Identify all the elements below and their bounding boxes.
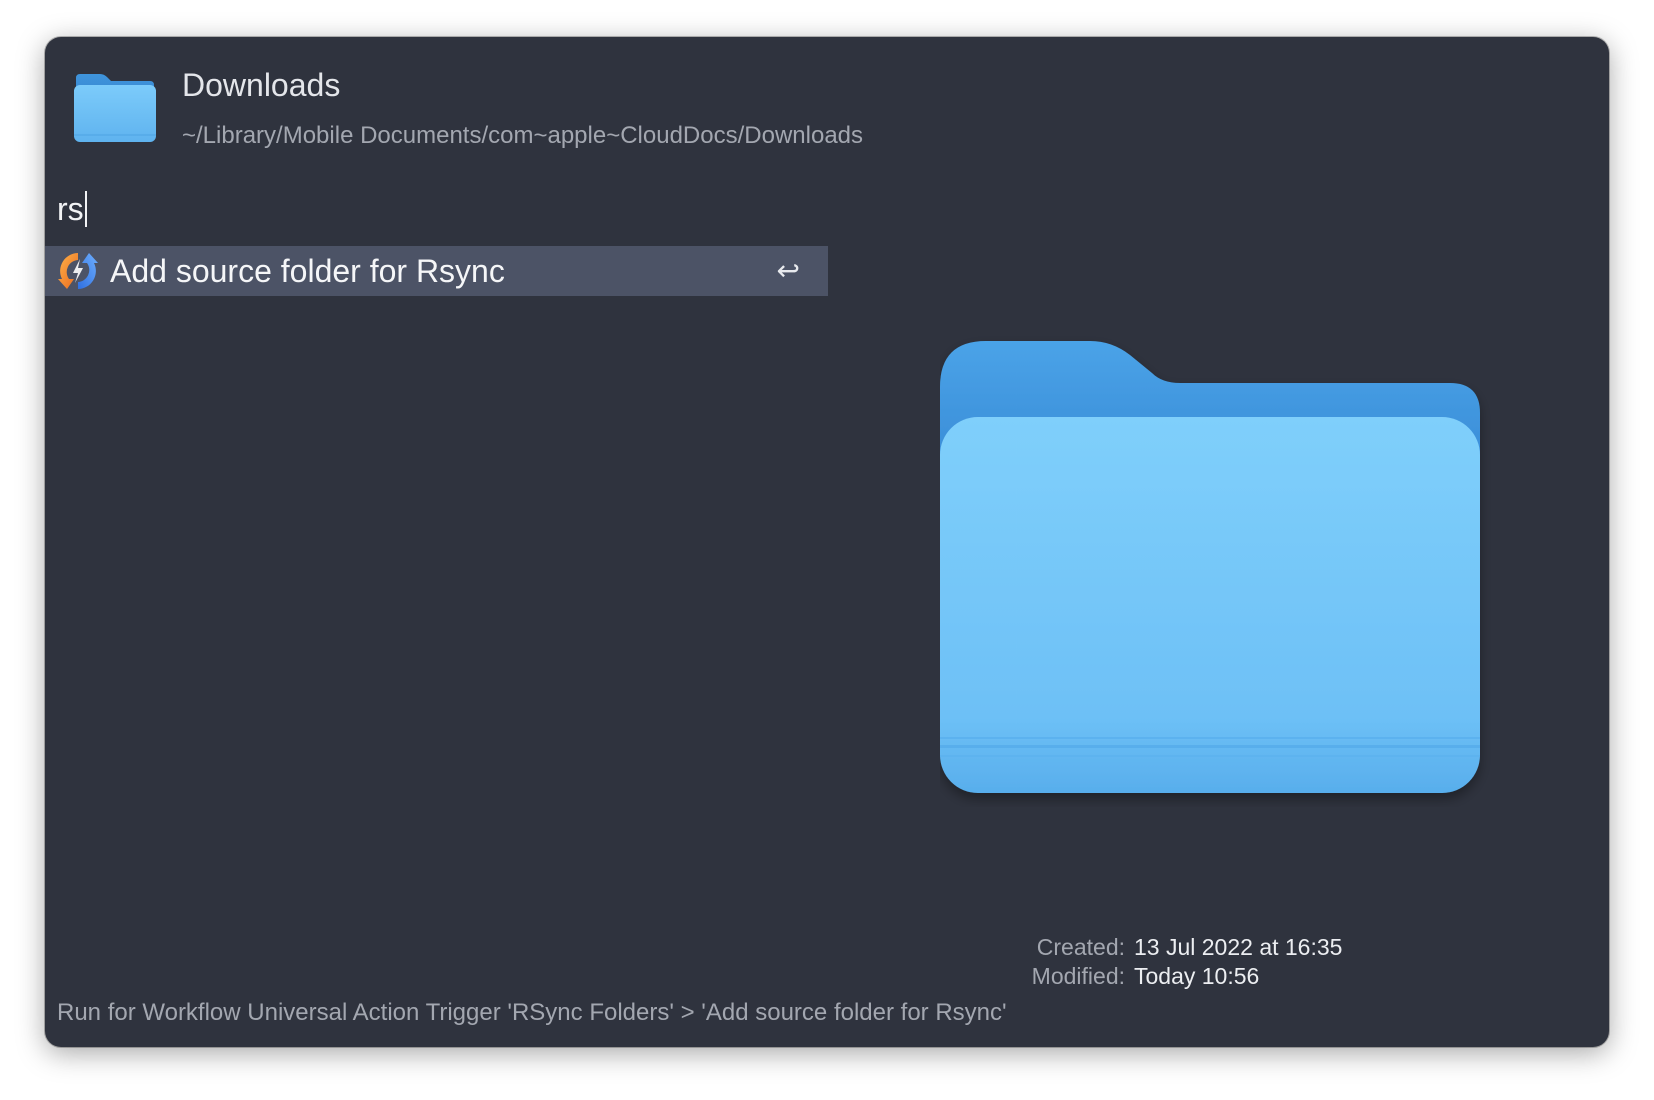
- created-row: Created: 13 Jul 2022 at 16:35: [1005, 933, 1343, 962]
- created-label: Created:: [1036, 934, 1125, 960]
- rsync-icon: [56, 249, 100, 293]
- search-query-text: rs: [57, 190, 84, 227]
- file-metadata: Created: 13 Jul 2022 at 16:35 Modified: …: [1005, 933, 1343, 991]
- modified-label: Modified:: [1031, 963, 1125, 989]
- alfred-window: Downloads ~/Library/Mobile Documents/com…: [45, 37, 1609, 1047]
- folder-path: ~/Library/Mobile Documents/com~apple~Clo…: [182, 122, 864, 149]
- action-description: Run for Workflow Universal Action Trigge…: [57, 999, 1007, 1026]
- search-input[interactable]: rs: [57, 189, 87, 229]
- created-value: 13 Jul 2022 at 16:35: [1134, 934, 1343, 960]
- result-label: Add source folder for Rsync: [110, 252, 505, 289]
- return-key-icon: ↩: [776, 255, 800, 286]
- preview-folder-icon: [940, 317, 1512, 807]
- folder-title: Downloads: [182, 67, 341, 103]
- text-caret: [84, 191, 87, 227]
- folder-icon: [72, 72, 156, 144]
- modified-value: Today 10:56: [1134, 963, 1260, 989]
- result-item-add-source-folder[interactable]: Add source folder for Rsync ↩: [45, 246, 828, 296]
- modified-row: Modified: Today 10:56: [1005, 962, 1342, 991]
